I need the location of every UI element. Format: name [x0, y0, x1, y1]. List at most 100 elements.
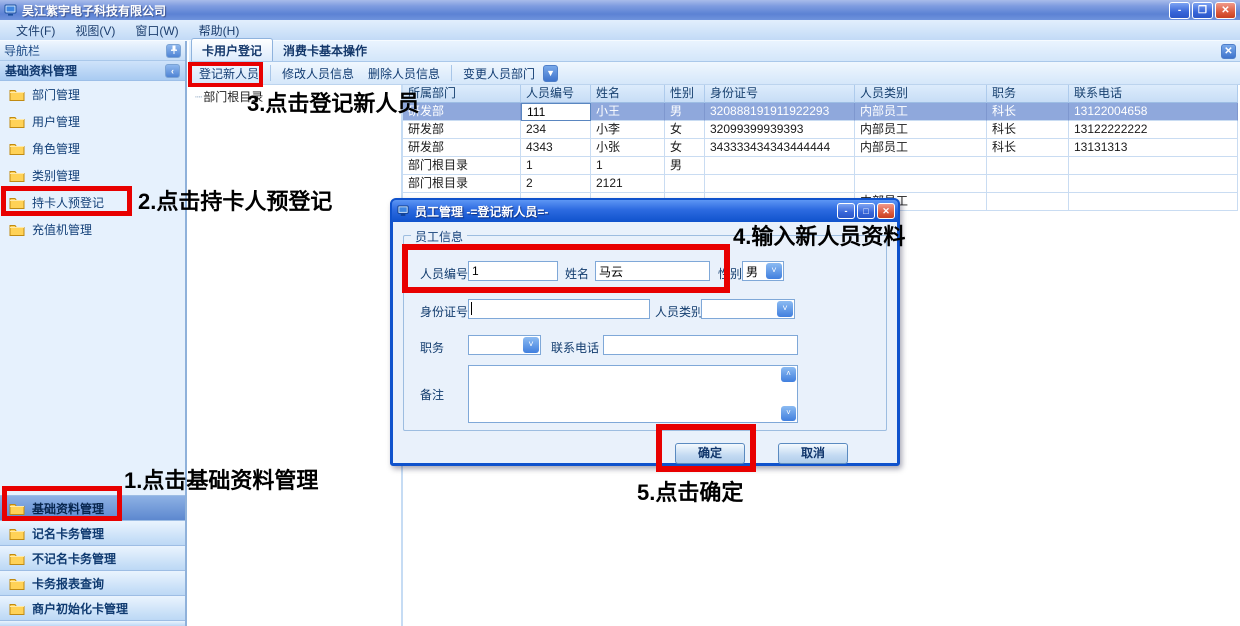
- col-emp-no[interactable]: 人员编号: [521, 85, 591, 103]
- minimize-button[interactable]: -: [1169, 2, 1190, 19]
- cell[interactable]: 内部员工: [855, 139, 987, 157]
- cell[interactable]: 研发部: [403, 103, 521, 121]
- cell[interactable]: [1069, 157, 1238, 175]
- person-type-combo[interactable]: ˅: [701, 299, 795, 319]
- cell[interactable]: [855, 175, 987, 193]
- cell[interactable]: 科长: [987, 139, 1069, 157]
- sidebar-item-role[interactable]: 角色管理: [0, 135, 185, 162]
- phone-field[interactable]: [603, 335, 798, 355]
- group-merchant-init-card[interactable]: 商户初始化卡管理: [0, 595, 185, 620]
- sidebar-item-department[interactable]: 部门管理: [0, 81, 185, 108]
- remark-field[interactable]: [468, 365, 798, 423]
- group-card-report[interactable]: 卡务报表查询: [0, 570, 185, 595]
- cell[interactable]: 1: [521, 157, 591, 175]
- cell[interactable]: 研发部: [403, 121, 521, 139]
- cell[interactable]: 4343: [521, 139, 591, 157]
- cell[interactable]: 科长: [987, 121, 1069, 139]
- cell[interactable]: 2121: [591, 175, 665, 193]
- group-named-card[interactable]: 记名卡务管理: [0, 520, 185, 545]
- cell[interactable]: 1: [591, 157, 665, 175]
- cell[interactable]: 13122004658: [1069, 103, 1238, 121]
- duty-combo[interactable]: ˅: [468, 335, 541, 355]
- col-id-card[interactable]: 身份证号: [705, 85, 855, 103]
- table-row[interactable]: 研发部 4343 小张 女 343333434343444444 内部员工 科长…: [403, 139, 1240, 157]
- tab-card-user-register[interactable]: 卡用户登记: [191, 38, 273, 61]
- close-button[interactable]: ✕: [1215, 2, 1236, 19]
- cell[interactable]: [1069, 175, 1238, 193]
- cell[interactable]: 研发部: [403, 139, 521, 157]
- cell[interactable]: 2: [521, 175, 591, 193]
- sidebar-item-user[interactable]: 用户管理: [0, 108, 185, 135]
- cell[interactable]: [665, 175, 705, 193]
- cell[interactable]: 13131313: [1069, 139, 1238, 157]
- sidebar-item-recharge-machine[interactable]: 充值机管理: [0, 216, 185, 243]
- chevron-down-icon[interactable]: ▼: [543, 65, 558, 82]
- table-row[interactable]: 部门根目录 1 1 男: [403, 157, 1240, 175]
- cell[interactable]: [705, 175, 855, 193]
- cell[interactable]: 小张: [591, 139, 665, 157]
- cell[interactable]: [855, 157, 987, 175]
- menu-file[interactable]: 文件(F): [6, 20, 65, 41]
- menu-view[interactable]: 视图(V): [65, 20, 125, 41]
- cell[interactable]: 女: [665, 121, 705, 139]
- cell[interactable]: 320888191911922293: [705, 103, 855, 121]
- col-phone[interactable]: 联系电话: [1069, 85, 1238, 103]
- cell[interactable]: 小王: [591, 103, 665, 121]
- folder-icon: [9, 223, 25, 236]
- delete-person-button[interactable]: 删除人员信息: [362, 63, 446, 84]
- chevron-down-icon[interactable]: ˅: [777, 301, 793, 317]
- cell[interactable]: 部门根目录: [403, 157, 521, 175]
- id-card-field[interactable]: [468, 299, 650, 319]
- window-title: 吴江紫宇电子科技有限公司: [22, 2, 166, 19]
- col-name[interactable]: 姓名: [591, 85, 665, 103]
- group-label: 商户初始化卡管理: [32, 600, 128, 617]
- cell[interactable]: [987, 157, 1069, 175]
- phone-label: 联系电话: [551, 339, 599, 356]
- cell[interactable]: 男: [665, 103, 705, 121]
- cell[interactable]: 部门根目录: [403, 175, 521, 193]
- change-department-button[interactable]: 变更人员部门: [457, 63, 541, 84]
- step5-highlight-box: [656, 424, 756, 472]
- menu-window[interactable]: 窗口(W): [125, 20, 188, 41]
- cell-editor[interactable]: 111: [521, 103, 591, 121]
- cell[interactable]: 男: [665, 157, 705, 175]
- modify-person-button[interactable]: 修改人员信息: [276, 63, 360, 84]
- dialog-maximize-button[interactable]: □: [857, 203, 875, 219]
- restore-button[interactable]: ❐: [1192, 2, 1213, 19]
- col-gender[interactable]: 性别: [665, 85, 705, 103]
- cell[interactable]: 内部员工: [855, 103, 987, 121]
- chevron-down-icon[interactable]: ˅: [523, 337, 539, 353]
- dialog-close-button[interactable]: ✕: [877, 203, 895, 219]
- cell[interactable]: 科长: [987, 103, 1069, 121]
- tab-consume-card-ops[interactable]: 消费卡基本操作: [273, 39, 377, 61]
- table-row[interactable]: 研发部 111 小王 男 320888191911922293 内部员工 科长 …: [403, 103, 1240, 121]
- table-row[interactable]: 部门根目录 2 2121: [403, 175, 1240, 193]
- cell[interactable]: [705, 157, 855, 175]
- dialog-minimize-button[interactable]: -: [837, 203, 855, 219]
- cell[interactable]: 234: [521, 121, 591, 139]
- cell[interactable]: [987, 193, 1069, 211]
- col-person-type[interactable]: 人员类别: [855, 85, 987, 103]
- scroll-down-icon[interactable]: ˅: [781, 406, 796, 421]
- cancel-button[interactable]: 取消: [778, 443, 848, 464]
- cell[interactable]: 女: [665, 139, 705, 157]
- table-row[interactable]: 研发部 234 小李 女 32099399939393 内部员工 科长 1312…: [403, 121, 1240, 139]
- cell[interactable]: 343333434343444444: [705, 139, 855, 157]
- folder-icon: [9, 577, 25, 590]
- groupbox-label: 员工信息: [411, 228, 467, 245]
- group-anonymous-card[interactable]: 不记名卡务管理: [0, 545, 185, 570]
- cell[interactable]: [987, 175, 1069, 193]
- cell[interactable]: 内部员工: [855, 121, 987, 139]
- cell[interactable]: 13122222222: [1069, 121, 1238, 139]
- tab-close-icon[interactable]: ✕: [1221, 44, 1236, 59]
- cell[interactable]: 32099399939393: [705, 121, 855, 139]
- pin-icon[interactable]: [166, 44, 181, 58]
- scroll-up-icon[interactable]: ˄: [781, 367, 796, 382]
- collapse-icon[interactable]: ‹: [165, 64, 180, 78]
- gender-combo[interactable]: 男 ˅: [742, 261, 784, 281]
- col-duty[interactable]: 职务: [987, 85, 1069, 103]
- chevron-down-icon[interactable]: ˅: [766, 263, 782, 279]
- col-department[interactable]: 所属部门: [403, 85, 521, 103]
- cell[interactable]: [1069, 193, 1238, 211]
- cell[interactable]: 小李: [591, 121, 665, 139]
